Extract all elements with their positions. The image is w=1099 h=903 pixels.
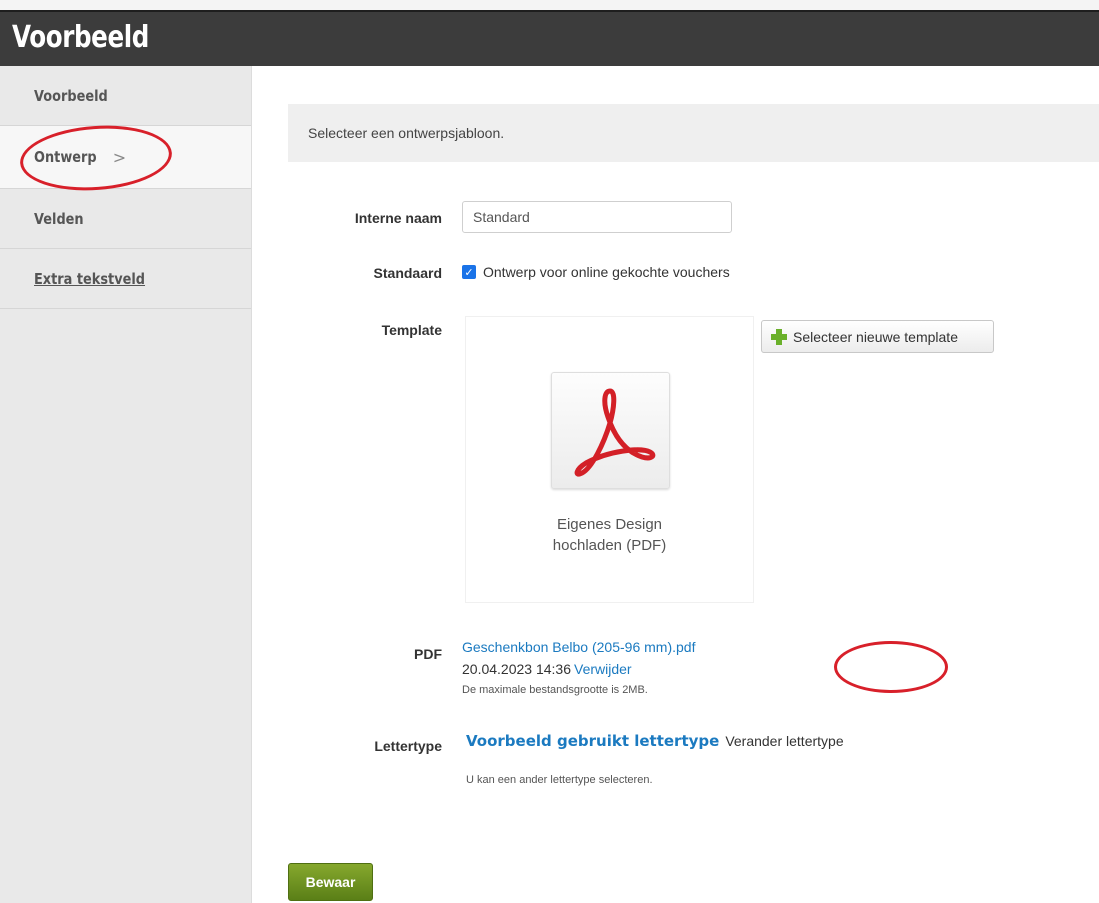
template-card[interactable]: Eigenes Design hochladen (PDF) [466,317,753,602]
sidebar-item-velden[interactable]: Velden [0,189,251,249]
plus-icon [770,328,788,346]
change-font-link[interactable]: Verander lettertype [725,733,843,749]
page-title: Voorbeeld [12,20,149,55]
pdf-file-link[interactable]: Geschenkbon Belbo (205-96 mm).pdf [462,639,695,655]
pdf-date: 20.04.2023 14:36 [462,661,571,677]
sidebar-item-label: Ontwerp [34,148,97,166]
chevron-right-icon: > [112,147,127,167]
sidebar-item-label: Velden [34,209,84,228]
sidebar-item-ontwerp[interactable]: Ontwerp > [0,126,251,189]
template-card-caption: Eigenes Design hochladen (PDF) [466,514,753,556]
pdf-size-note: De maximale bestandsgrootte is 2MB. [462,684,648,696]
default-label: Standaard [373,265,442,281]
pdf-date-row: 20.04.2023 14:36 Verwijder [462,661,632,677]
font-note: U kan een ander lettertype selecteren. [466,774,653,786]
select-new-template-button[interactable]: Selecteer nieuwe template [761,320,994,353]
sidebar: Voorbeeld Ontwerp > Velden Extra tekstve… [0,66,252,903]
font-label: Lettertype [374,738,442,754]
template-card-caption-line: Eigenes Design [556,516,663,533]
template-label: Template [381,322,442,338]
sidebar-item-voorbeeld[interactable]: Voorbeeld [0,66,251,126]
save-button[interactable]: Bewaar [288,863,373,901]
font-row: Voorbeeld gebruikt lettertype Verander l… [466,732,844,750]
info-notice: Selecteer een ontwerpsjabloon. [288,104,1099,162]
internal-name-label: Interne naam [354,210,442,226]
checkbox-checked-icon[interactable]: ✓ [462,265,476,279]
default-checkbox-label: Ontwerp voor online gekochte vouchers [483,264,730,280]
remove-pdf-link[interactable]: Verwijder [574,661,632,677]
pdf-label: PDF [414,646,442,662]
main-content: Selecteer een ontwerpsjabloon. Interne n… [252,66,1099,903]
font-sample: Voorbeeld gebruikt lettertype [466,732,720,750]
select-new-template-label: Selecteer nieuwe template [793,328,958,345]
acrobat-pdf-icon [551,372,670,489]
sidebar-item-label: Voorbeeld [34,86,108,105]
top-bar: Voorbeeld [0,10,1099,68]
default-checkbox-row[interactable]: ✓ Ontwerp voor online gekochte vouchers [462,264,730,280]
internal-name-input[interactable] [462,201,732,233]
sidebar-item-extra-tekstveld[interactable]: Extra tekstveld [0,249,251,309]
template-card-caption-line: hochladen (PDF) [552,537,667,554]
sidebar-item-label: Extra tekstveld [34,269,146,288]
